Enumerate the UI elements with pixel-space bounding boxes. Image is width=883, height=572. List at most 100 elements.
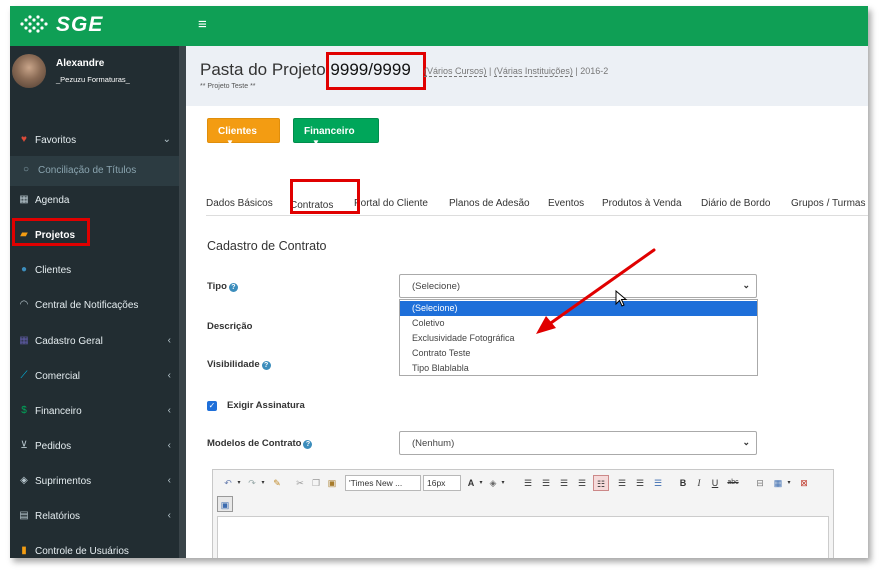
- sidebar-item-label: Relatórios: [35, 511, 81, 522]
- main-content: Pasta do Projeto 9999/9999 (Vários Curso…: [186, 46, 868, 558]
- font-size-select[interactable]: 16px: [423, 475, 461, 491]
- tipo-select[interactable]: (Selecione) ⌄: [399, 274, 757, 298]
- chevron-left-icon: ‹: [167, 510, 171, 521]
- logo-text: SGE: [56, 13, 104, 36]
- chevron-left-icon: ‹: [167, 440, 171, 451]
- dropdown-arrow-icon[interactable]: ▾: [235, 475, 243, 491]
- dropdown-option[interactable]: Exclusividade Fotográfica: [400, 331, 757, 346]
- sidebar-item-label: Cadastro Geral: [35, 336, 103, 347]
- chevron-left-icon: ‹: [167, 370, 171, 381]
- sidebar-item-cadastro-geral[interactable]: ▦ Cadastro Geral ‹: [10, 327, 179, 357]
- help-icon[interactable]: ?: [303, 440, 313, 449]
- dropdown-option[interactable]: Contrato Teste: [400, 346, 757, 361]
- align-right-icon[interactable]: ☰: [557, 475, 571, 491]
- button-label: Financeiro: [304, 126, 355, 137]
- italic-icon[interactable]: I: [693, 475, 705, 491]
- dropdown-option[interactable]: Tipo Blablabla: [400, 361, 757, 376]
- chevron-left-icon: ‹: [167, 475, 171, 486]
- redo-icon[interactable]: ↷: [245, 475, 259, 491]
- blockquote-icon[interactable]: ☰: [651, 475, 665, 491]
- highlight-color-icon[interactable]: ◈: [487, 475, 499, 491]
- paste-icon[interactable]: ▣: [325, 475, 339, 491]
- highlight-project-code: [326, 52, 426, 90]
- copy-icon[interactable]: ❐: [309, 475, 323, 491]
- sidebar-item-pedidos[interactable]: ⊻ Pedidos ‹: [10, 432, 179, 462]
- highlight-tab-contratos: [290, 179, 360, 214]
- sidebar-item-suprimentos[interactable]: ◈ Suprimentos ‹: [10, 467, 179, 497]
- heart-icon: ♥: [21, 134, 27, 145]
- chevron-down-icon: ⌄: [162, 134, 171, 145]
- help-icon[interactable]: ?: [228, 283, 238, 292]
- paragraph-format-icon[interactable]: ☷: [593, 475, 609, 491]
- align-justify-icon[interactable]: ☰: [575, 475, 589, 491]
- dropdown-option[interactable]: Coletivo: [400, 316, 757, 331]
- sidebar-item-comercial[interactable]: ⟋ Comercial ‹: [10, 362, 179, 392]
- title-prefix: Pasta do Projeto: [200, 60, 331, 79]
- descricao-label: Descrição: [207, 321, 253, 332]
- sidebar-item-label: Pedidos: [35, 441, 72, 452]
- undo-icon[interactable]: ↶: [221, 475, 235, 491]
- delete-table-icon[interactable]: ⊠: [797, 475, 811, 491]
- sidebar-item-favoritos[interactable]: ♥ Favoritos ⌄: [10, 126, 179, 156]
- link-institutions[interactable]: (Várias Instituições): [493, 66, 573, 77]
- modelos-label: Modelos de Contrato?: [207, 438, 313, 449]
- tab-eventos[interactable]: Eventos: [548, 198, 584, 209]
- help-icon[interactable]: ?: [261, 361, 271, 370]
- align-left-icon[interactable]: ☰: [521, 475, 535, 491]
- horizontal-rule-icon[interactable]: ⊟: [753, 475, 767, 491]
- cut-icon[interactable]: ✂: [293, 475, 307, 491]
- title-links: (Vários Cursos) | (Várias Instituições) …: [424, 66, 609, 77]
- user-name: Alexandre: [56, 58, 105, 69]
- select-value: (Selecione): [412, 281, 461, 292]
- sidebar-item-label: Conciliação de Títulos: [38, 165, 137, 176]
- font-color-icon[interactable]: A: [465, 475, 477, 491]
- sidebar-item-relatorios[interactable]: ▤ Relatórios ‹: [10, 502, 179, 532]
- dropdown-arrow-icon[interactable]: ▾: [785, 475, 793, 491]
- image-icon[interactable]: ▣: [217, 496, 233, 512]
- tab-diario-bordo[interactable]: Diário de Bordo: [701, 198, 770, 209]
- page-header: Pasta do Projeto 9999/9999 (Vários Curso…: [186, 46, 868, 106]
- tab-dados-basicos[interactable]: Dados Básicos: [206, 198, 273, 209]
- sidebar-item-agenda[interactable]: ▦ Agenda: [10, 186, 179, 216]
- sidebar-item-conciliacao[interactable]: ○ Conciliação de Títulos: [10, 156, 179, 186]
- bullet-list-icon[interactable]: ☰: [615, 475, 629, 491]
- underline-icon[interactable]: U: [709, 475, 721, 491]
- sidebar-item-notificacoes[interactable]: ◠ Central de Notificações: [10, 291, 179, 321]
- align-center-icon[interactable]: ☰: [539, 475, 553, 491]
- dropdown-arrow-icon[interactable]: ▾: [259, 475, 267, 491]
- sidebar-item-label: Comercial: [35, 371, 81, 382]
- dropdown-arrow-icon[interactable]: ▾: [477, 475, 485, 491]
- select-value: (Nenhum): [412, 438, 455, 449]
- numbered-list-icon[interactable]: ☰: [633, 475, 647, 491]
- caret-down-icon: ▼: [226, 138, 234, 147]
- editor-content-area[interactable]: [217, 516, 829, 558]
- tab-grupos-turmas[interactable]: Grupos / Turmas: [791, 198, 865, 209]
- tipo-label: Tipo?: [207, 281, 238, 292]
- clear-format-icon[interactable]: ✎: [269, 475, 285, 491]
- table-icon[interactable]: ▦: [771, 475, 785, 491]
- font-family-select[interactable]: 'Times New ...: [345, 475, 421, 491]
- sidebar-item-financeiro[interactable]: $ Financeiro ‹: [10, 397, 179, 427]
- sidebar-item-clientes[interactable]: ● Clientes: [10, 256, 179, 286]
- tab-portal-cliente[interactable]: Portal do Cliente: [354, 198, 428, 209]
- dropdown-option[interactable]: (Selecione): [400, 301, 757, 316]
- tab-produtos-venda[interactable]: Produtos à Venda: [602, 198, 682, 209]
- sidebar-item-label: Favoritos: [35, 135, 77, 146]
- link-courses[interactable]: (Vários Cursos): [424, 66, 487, 77]
- bold-icon[interactable]: B: [677, 475, 689, 491]
- tab-planos-adesao[interactable]: Planos de Adesão: [449, 198, 530, 209]
- project-year: 2016-2: [580, 66, 609, 76]
- sidebar-scrollbar[interactable]: [179, 46, 186, 558]
- exigir-assinatura-checkbox[interactable]: ✓: [207, 401, 217, 411]
- menu-toggle-icon[interactable]: ≡: [198, 16, 207, 33]
- label-text: Visibilidade: [207, 359, 260, 370]
- sidebar-item-controle-usuarios[interactable]: ▮ Controle de Usuários: [10, 537, 179, 558]
- sidebar-item-label: Agenda: [35, 195, 70, 206]
- strikethrough-icon[interactable]: abc: [725, 475, 741, 491]
- dropdown-arrow-icon[interactable]: ▾: [499, 475, 507, 491]
- clients-dropdown-button[interactable]: Clientes▼: [207, 118, 280, 147]
- finance-dropdown-button[interactable]: Financeiro▼: [293, 118, 379, 147]
- modelos-select[interactable]: (Nenhum) ⌄: [399, 431, 757, 455]
- cart-icon: ⊻: [20, 440, 28, 451]
- avatar: [12, 54, 46, 88]
